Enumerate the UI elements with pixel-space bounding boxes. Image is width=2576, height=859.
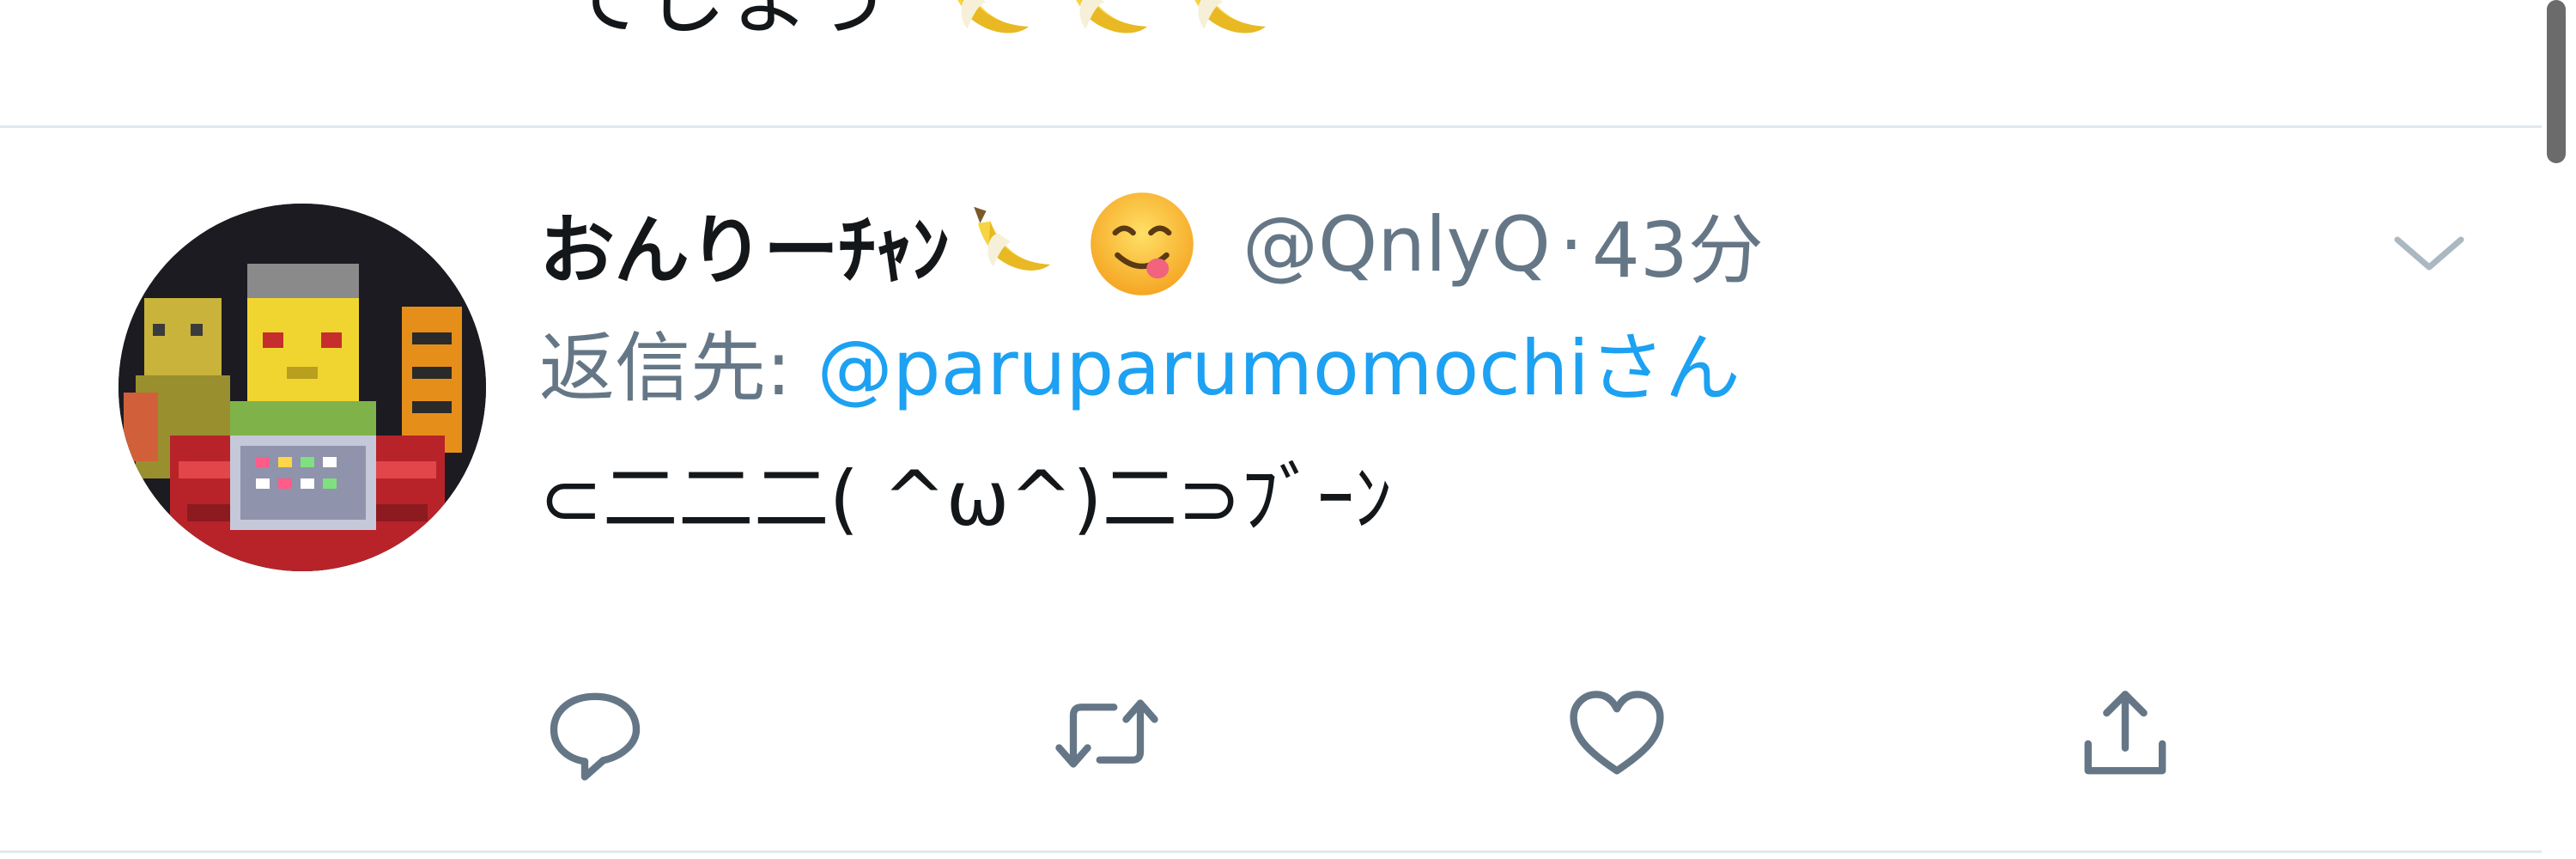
previous-tweet-text-fragment: てしまう [562, 0, 891, 46]
tweet-divider-bottom [0, 850, 2542, 853]
display-name[interactable]: おんりーﾁｬﾝ [539, 190, 950, 299]
reply-button[interactable] [539, 678, 651, 789]
scrollbar-thumb[interactable] [2547, 0, 2566, 163]
like-button[interactable] [1561, 678, 1673, 789]
tweet-text: ⊂二二二( ^ω^)二⊃ﾌﾞｰﾝ [539, 454, 1393, 543]
chevron-down-icon[interactable] [2391, 222, 2468, 283]
previous-tweet[interactable]: てしまう [0, 0, 2542, 125]
display-name-emojis [957, 188, 1198, 300]
banana-icon [974, 206, 1051, 271]
tweet-header: おんりーﾁｬﾝ @QnlyQ · 43分 [539, 188, 2428, 300]
banana-icon [1194, 0, 1266, 34]
banana-emoji-row [928, 0, 1277, 60]
face-savoring-food-icon [1091, 192, 1194, 295]
share-button[interactable] [2069, 678, 2181, 789]
reply-prefix: 返信先: [539, 323, 792, 412]
user-handle[interactable]: @QnlyQ [1242, 200, 1551, 289]
banana-icon [1076, 0, 1147, 34]
heart-icon [1570, 691, 1664, 775]
tweet-timestamp[interactable]: 43分 [1592, 190, 1764, 299]
reply-target-link[interactable]: @paruparumomochiさん [817, 308, 1741, 417]
tweet[interactable]: おんりーﾁｬﾝ @QnlyQ · 43分 返信先: @paruparumomoc… [0, 128, 2542, 850]
banana-icon [957, 0, 1029, 34]
tweet-content: おんりーﾁｬﾝ @QnlyQ · 43分 返信先: @paruparumomoc… [539, 188, 2428, 551]
reply-context: 返信先: @paruparumomochiさん [539, 310, 2428, 413]
retweet-icon [1055, 699, 1158, 768]
tweet-actions [539, 678, 2257, 798]
reply-icon [550, 692, 641, 781]
retweet-button[interactable] [1051, 678, 1163, 789]
avatar[interactable] [118, 204, 486, 571]
previous-tweet-text: てしまう [562, 0, 1277, 60]
share-icon [2084, 691, 2166, 775]
avatar-image [118, 204, 486, 571]
separator-dot: · [1558, 199, 1583, 289]
